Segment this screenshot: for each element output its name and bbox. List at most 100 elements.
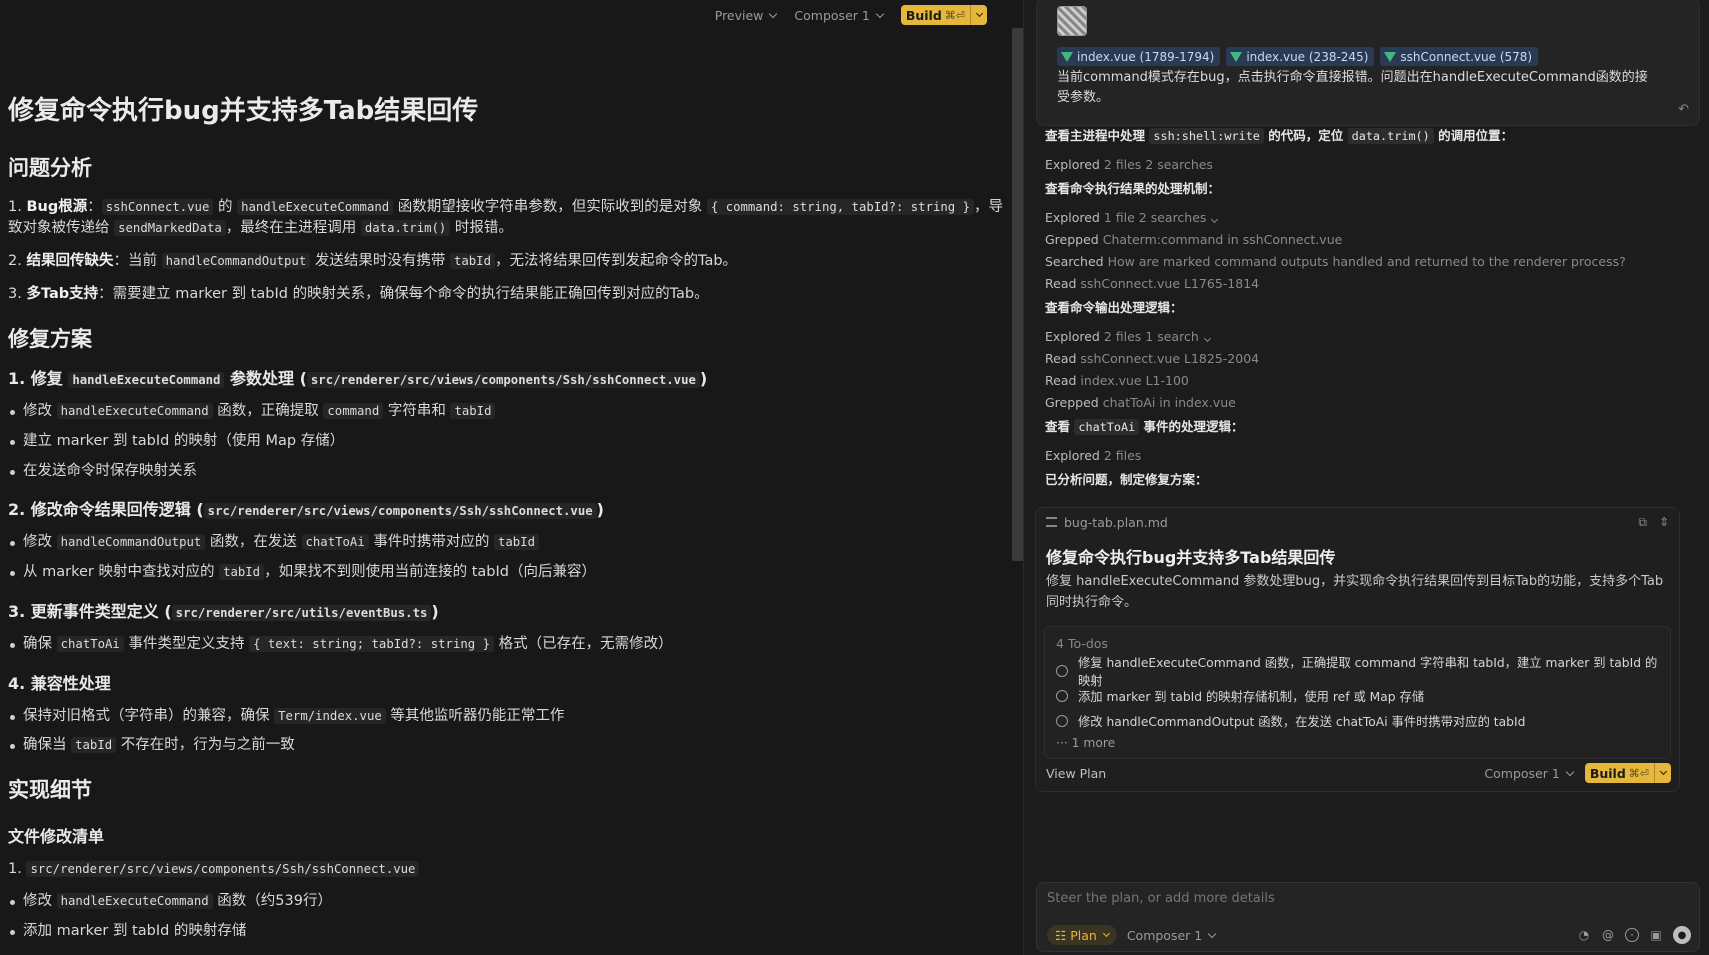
log-row[interactable]: Grepped chatToAi in index.vue <box>1045 392 1685 414</box>
heading-impl: 实现细节 <box>8 778 92 802</box>
chat-input-box: ☷Plan Composer 1 ◔ @ · ▣ ● <box>1036 882 1700 952</box>
vue-file-icon <box>1230 51 1243 62</box>
fix-step-3-heading: 3. 更新事件类型定义 (src/renderer/src/utils/even… <box>8 601 439 621</box>
chevron-down-icon <box>1207 929 1217 938</box>
composer-dropdown[interactable]: Composer 1 <box>1484 766 1575 781</box>
view-plan-link[interactable]: View Plan <box>1046 766 1106 781</box>
log-row[interactable]: Explored 1 file 2 searches <box>1045 207 1685 229</box>
todo-item[interactable]: 修改 handleCommandOutput 函数，在发送 chatToAi 事… <box>1045 709 1670 734</box>
image-icon[interactable]: ▣ <box>1649 928 1663 942</box>
fix-step-2-heading: 2. 修改命令结果回传逻辑 (src/renderer/src/views/co… <box>8 500 604 520</box>
preview-dropdown[interactable]: Preview <box>715 8 778 23</box>
plan-card-footer: View Plan Composer 1 Build ⌘⏎ <box>1046 763 1671 783</box>
composer-dropdown[interactable]: Composer 1 <box>1127 928 1217 943</box>
log-row[interactable]: Read index.vue L1-100 <box>1045 370 1685 392</box>
list-item: 修改 handleCommandOutput 函数，在发送 chatToAi 事… <box>8 532 1008 554</box>
plan-file-name[interactable]: bug-tab.plan.md <box>1064 515 1168 530</box>
fix-step-3-list: 确保 chatToAi 事件类型定义支持 { text: string; tab… <box>8 634 1008 656</box>
user-message-text: 当前command模式存在bug，点击执行命令直接报错。问题出在handleEx… <box>1057 70 1648 105</box>
analysis-item: 2. 结果回传缺失：当前 handleCommandOutput 发送结果时没有… <box>8 253 738 269</box>
build-dropdown-toggle[interactable] <box>1654 763 1671 783</box>
chevron-down-icon <box>1102 929 1110 938</box>
vue-file-icon <box>1384 51 1397 62</box>
plan-card: bug-tab.plan.md ⧉ ⇕ 修复命令执行bug并支持多Tab结果回传 … <box>1035 507 1680 792</box>
chevron-down-icon <box>1211 215 1219 224</box>
mention-icon[interactable]: @ <box>1601 928 1615 942</box>
context-chip[interactable]: index.vue (238-245) <box>1226 47 1375 66</box>
loading-icon: ◔ <box>1578 928 1590 942</box>
composer-label: Composer 1 <box>794 7 870 23</box>
todo-checkbox[interactable] <box>1056 690 1068 703</box>
log-row[interactable]: Read sshConnect.vue L1765-1814 <box>1045 273 1685 295</box>
log-heading: 查看命令输出处理逻辑： <box>1045 300 1183 315</box>
file-item: 1. src/renderer/src/views/components/Ssh… <box>8 859 1008 881</box>
log-heading: 已分析问题，制定修复方案： <box>1045 472 1208 487</box>
chevron-down-icon <box>1565 767 1575 776</box>
build-button[interactable]: Build ⌘⏎ <box>1584 763 1671 783</box>
log-row[interactable]: Explored 2 files <box>1045 445 1685 467</box>
log-row[interactable]: Explored 2 files 2 searches <box>1045 154 1685 176</box>
chevron-down-icon <box>769 9 778 18</box>
fix-step-1-heading: 1. 修复 handleExecuteCommand 参数处理 (src/ren… <box>8 369 708 388</box>
ellipsis-icon: ··· <box>1056 735 1068 750</box>
list-item: 在发送命令时保存映射关系 <box>8 461 1008 483</box>
list-item: 保持对旧格式（字符串）的兼容，确保 Term/index.vue 等其他监听器仍… <box>8 706 1008 728</box>
build-dropdown-toggle[interactable] <box>970 5 987 25</box>
globe-icon[interactable]: · <box>1625 928 1639 942</box>
list-item: 建立 marker 到 tabId 的映射（使用 Map 存储） <box>8 431 1008 453</box>
log-row[interactable]: Explored 2 files 1 search <box>1045 326 1685 348</box>
list-item: 确保 chatToAi 事件类型定义支持 { text: string; tab… <box>8 634 1008 656</box>
input-toolbar: ☷ Plan Composer 1 ◔ @ · ▣ ● <box>1047 925 1691 945</box>
fix-step-4-heading: 4. 兼容性处理 <box>8 673 111 693</box>
todo-checkbox[interactable] <box>1056 715 1068 728</box>
user-message-card[interactable]: index.vue (1789-1794) index.vue (238-245… <box>1036 0 1700 126</box>
fix-step-4-list: 保持对旧格式（字符串）的兼容，确保 Term/index.vue 等其他监听器仍… <box>8 706 1008 758</box>
markdown-document: 修复命令执行bug并支持多Tab结果回传 问题分析 1. Bug根源： sshCo… <box>8 92 1008 953</box>
plan-document-pane: Preview Composer 1 Build ⌘⏎ 修复命令执行bug并支持多… <box>0 0 1011 955</box>
expand-icon[interactable]: ⇕ <box>1659 515 1669 530</box>
context-chip[interactable]: index.vue (1789-1794) <box>1057 47 1221 66</box>
plan-mode-icon: ☷ <box>1055 927 1067 943</box>
editor-toolbar: Preview Composer 1 Build ⌘⏎ <box>715 4 987 26</box>
analysis-item: 3. 多Tab支持：需要建立 marker 到 tabId 的映射关系，确保每个… <box>8 285 709 302</box>
build-label: Build <box>905 7 942 23</box>
analysis-item: 1. Bug根源： sshConnect.vue 的 handleExecuteC… <box>8 198 1004 237</box>
chat-pane: index.vue (1789-1794) index.vue (238-245… <box>1024 0 1709 955</box>
plan-card-title: 修复命令执行bug并支持多Tab结果回传 <box>1046 548 1336 567</box>
todo-more[interactable]: ··· 1 more <box>1045 734 1670 754</box>
log-heading: 查看 chatToAi 事件的处理逻辑： <box>1045 419 1244 435</box>
log-row[interactable]: Searched How are marked command outputs h… <box>1045 251 1685 273</box>
fix-step-1-list: 修改 handleExecuteCommand 函数，正确提取 command … <box>8 401 1008 482</box>
list-item: 确保当 tabId 不存在时，行为与之前一致 <box>8 735 1008 757</box>
todo-item[interactable]: 修复 handleExecuteCommand 函数，正确提取 command … <box>1045 656 1670 688</box>
chat-input[interactable] <box>1047 891 1647 906</box>
file-list-heading: 文件修改清单 <box>8 826 105 846</box>
copy-icon[interactable]: ⧉ <box>1638 515 1647 530</box>
todo-list: 4 To-dos 修复 handleExecuteCommand 函数，正确提取… <box>1044 625 1671 759</box>
chevron-down-icon <box>1203 334 1211 343</box>
context-chip[interactable]: sshConnect.vue (578) <box>1380 47 1539 66</box>
build-button[interactable]: Build ⌘⏎ <box>900 5 987 25</box>
list-item: 添加 marker 到 tabId 的映射存储 <box>8 921 1008 943</box>
chevron-down-icon <box>875 9 885 18</box>
context-chips: index.vue (1789-1794) index.vue (238-245… <box>1057 47 1539 66</box>
log-row[interactable]: Grepped Chaterm:command in sshConnect.vue <box>1045 229 1685 251</box>
plan-file-icon <box>1046 517 1057 527</box>
log-row[interactable]: Read sshConnect.vue L1825-2004 <box>1045 348 1685 370</box>
build-shortcut: ⌘⏎ <box>944 8 965 22</box>
mode-selector[interactable]: ☷ Plan <box>1047 925 1117 945</box>
doc-title: 修复命令执行bug并支持多Tab结果回传 <box>8 96 479 126</box>
list-item: 修改 handleExecuteCommand 函数（约539行） <box>8 891 1008 913</box>
log-heading: 查看主进程中处理 ssh:shell:write 的代码，定位 data.tri… <box>1045 128 1514 144</box>
plan-card-header: bug-tab.plan.md ⧉ ⇕ <box>1036 508 1679 536</box>
todo-checkbox[interactable] <box>1056 665 1068 678</box>
file-1-changes: 修改 handleExecuteCommand 函数（约539行） 添加 mar… <box>8 891 1008 943</box>
composer-dropdown[interactable]: Composer 1 <box>794 7 885 23</box>
chevron-down-icon <box>975 9 983 18</box>
list-item: 修改 handleExecuteCommand 函数，正确提取 command … <box>8 401 1008 423</box>
microphone-icon[interactable]: ● <box>1673 926 1691 944</box>
heading-fix-plan: 修复方案 <box>8 326 92 351</box>
agent-activity-log: 查看主进程中处理 ssh:shell:write 的代码，定位 data.tri… <box>1045 127 1685 498</box>
revert-icon[interactable]: ↶ <box>1678 102 1689 117</box>
image-attachment-thumbnail[interactable] <box>1057 6 1087 36</box>
